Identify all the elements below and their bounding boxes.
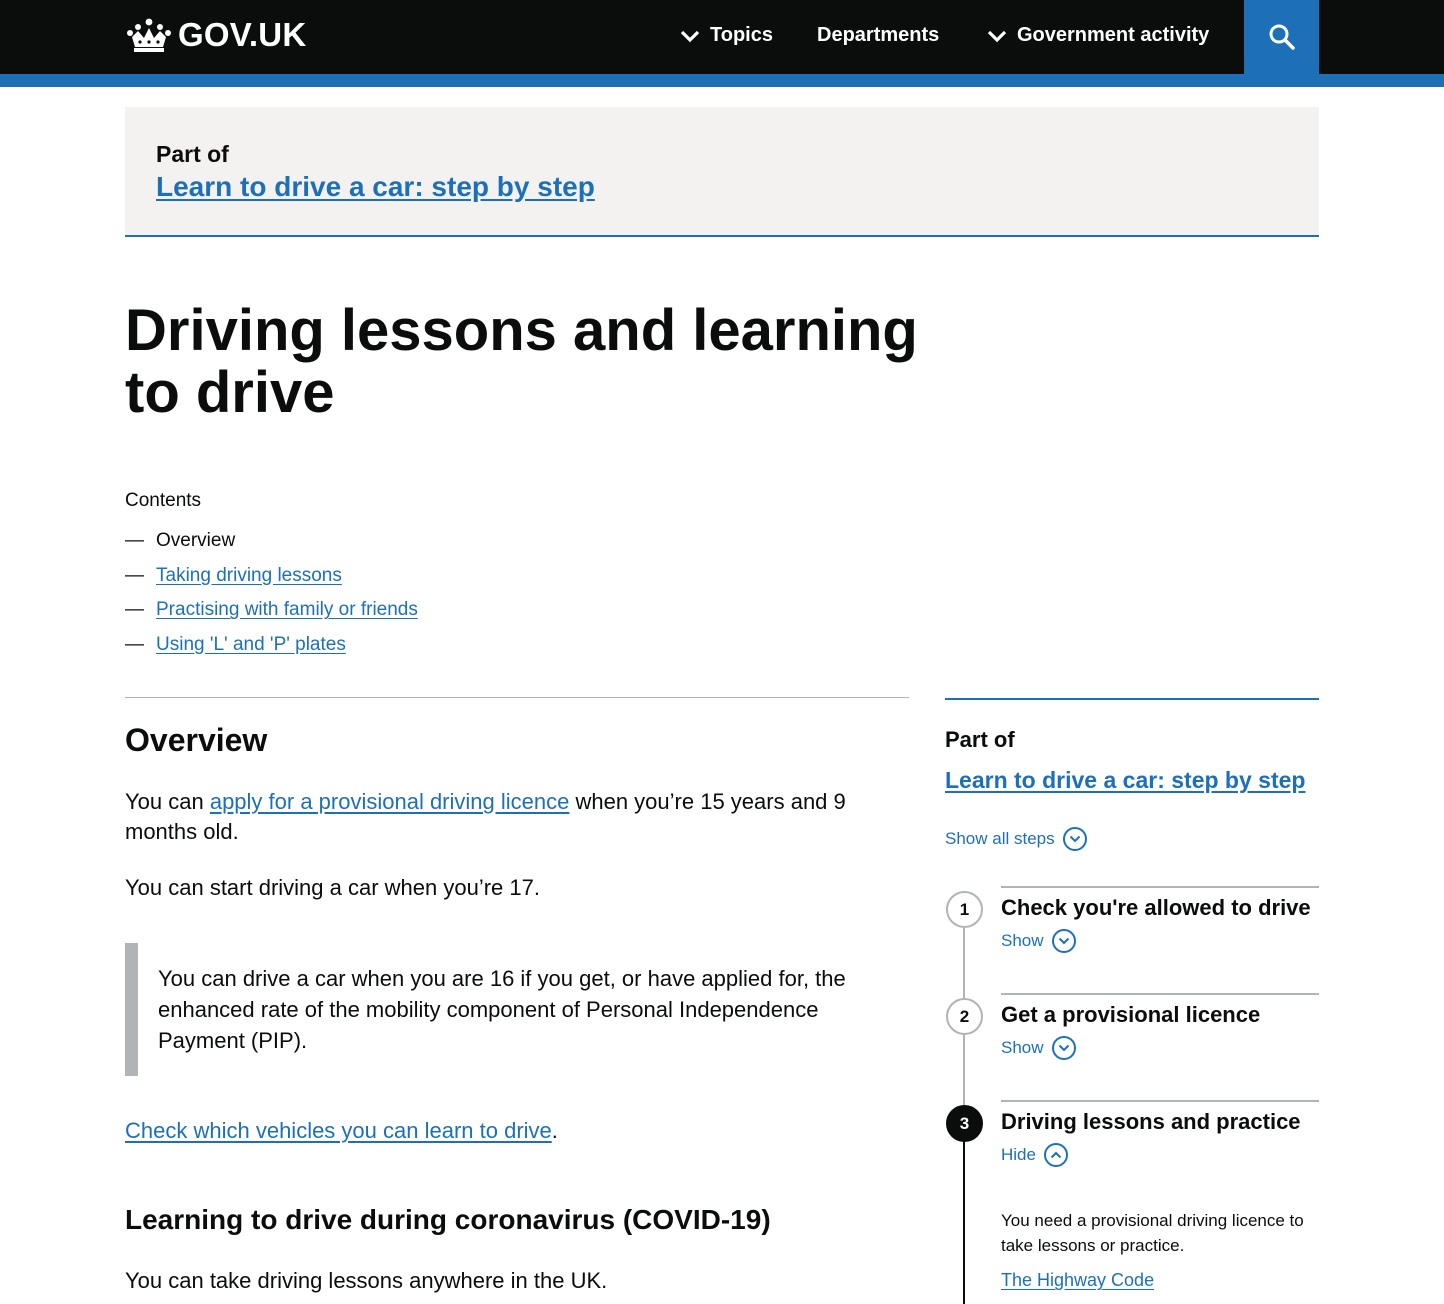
contents-dash: — — [125, 633, 144, 655]
contents-link-taking-driving-lessons[interactable]: Taking driving lessons — [156, 565, 342, 587]
chevron-up-icon — [1043, 1143, 1068, 1167]
contents-item: — Taking driving lessons — [125, 559, 418, 594]
inset-text: You can drive a car when you are 16 if y… — [125, 943, 865, 1076]
overview-paragraph-3: Check which vehicles you can learn to dr… — [125, 1116, 558, 1146]
page-title: Driving lessons and learning to drive — [125, 298, 918, 425]
contents-item: — Practising with family or friends — [125, 593, 418, 628]
p1-text-before: You can — [125, 789, 210, 814]
contents-item: — Overview — [125, 524, 418, 559]
step-number-2: 2 — [946, 998, 983, 1035]
logo-text: GOV.UK — [178, 16, 307, 53]
sidebar-top-rule — [945, 698, 1319, 700]
step-2-toggle-label: Show — [1001, 1038, 1044, 1057]
step-title-1[interactable]: Check you're allowed to drive — [1001, 895, 1311, 921]
crown-icon — [127, 18, 171, 52]
contents-link-practising[interactable]: Practising with family or friends — [156, 599, 418, 621]
header-blue-bar — [0, 74, 1444, 87]
show-all-steps-button[interactable]: Show all steps — [945, 827, 1087, 851]
contents-item: — Using 'L' and 'P' plates — [125, 628, 418, 663]
step-1-show-button[interactable]: Show — [1001, 929, 1076, 953]
step-2-show-button[interactable]: Show — [1001, 1036, 1076, 1060]
show-all-steps-label: Show all steps — [945, 829, 1055, 848]
nav-departments-label: Departments — [817, 24, 940, 46]
provisional-licence-link[interactable]: apply for a provisional driving licence — [210, 789, 570, 814]
step-1-toggle-label: Show — [1001, 931, 1044, 950]
partof-banner: Part of Learn to drive a car: step by st… — [125, 107, 1319, 237]
step-divider — [1001, 886, 1319, 888]
contents-dash: — — [125, 599, 144, 621]
step-divider — [1001, 1100, 1319, 1102]
chevron-down-icon — [1051, 1036, 1076, 1060]
step-3-description: You need a provisional driving licence t… — [1001, 1211, 1304, 1255]
highway-code-link[interactable]: The Highway Code — [1001, 1270, 1154, 1291]
partof-step-by-step-link[interactable]: Learn to drive a car: step by step — [156, 171, 595, 203]
search-button[interactable] — [1244, 0, 1319, 74]
sidebar-step-by-step-link[interactable]: Learn to drive a car: step by step — [945, 767, 1305, 794]
contents-link-plates[interactable]: Using 'L' and 'P' plates — [156, 634, 346, 656]
step-3-toggle-label: Hide — [1001, 1145, 1036, 1164]
nav-departments[interactable]: Departments — [817, 24, 939, 47]
check-vehicles-link[interactable]: Check which vehicles you can learn to dr… — [125, 1118, 552, 1143]
nav-topics-label: Topics — [710, 24, 773, 46]
sidebar-partof-label: Part of — [945, 727, 1015, 752]
step-divider — [1001, 993, 1319, 995]
step-title-3[interactable]: Driving lessons and practice — [1001, 1109, 1301, 1135]
nav-government-activity-label: Government activity — [1017, 24, 1210, 46]
site-header: GOV.UK Topics Departments Government act… — [0, 0, 1444, 74]
chevron-down-icon — [987, 30, 1007, 42]
chevron-down-icon — [1062, 827, 1087, 851]
step-title-2[interactable]: Get a provisional licence — [1001, 1002, 1260, 1028]
chevron-down-icon — [680, 30, 700, 42]
p3-text-after: . — [551, 1118, 558, 1143]
covid-heading: Learning to drive during coronavirus (CO… — [125, 1204, 771, 1235]
nav-government-activity[interactable]: Government activity — [987, 24, 1209, 47]
contents-item-overview: Overview — [156, 530, 236, 552]
contents-heading: Contents — [125, 490, 202, 511]
contents-dash: — — [125, 530, 144, 552]
step-number-1: 1 — [946, 891, 983, 928]
search-icon — [1269, 24, 1295, 50]
overview-paragraph-1: You can apply for a provisional driving … — [125, 787, 885, 847]
partof-label: Part of — [156, 141, 229, 167]
overview-heading: Overview — [125, 722, 268, 758]
step-number-3: 3 — [946, 1105, 983, 1142]
section-divider — [125, 697, 909, 698]
govuk-logo-link[interactable]: GOV.UK — [126, 16, 306, 54]
contents-list: — Overview — Taking driving lessons — Pr… — [125, 524, 418, 662]
overview-paragraph-2: You can start driving a car when you’re … — [125, 875, 540, 900]
contents-dash: — — [125, 564, 144, 586]
chevron-down-icon — [1051, 929, 1076, 953]
step-3-hide-button[interactable]: Hide — [1001, 1143, 1068, 1167]
step-connector-line-active — [963, 1141, 965, 1304]
covid-paragraph: You can take driving lessons anywhere in… — [125, 1268, 608, 1293]
nav-topics[interactable]: Topics — [680, 24, 773, 47]
